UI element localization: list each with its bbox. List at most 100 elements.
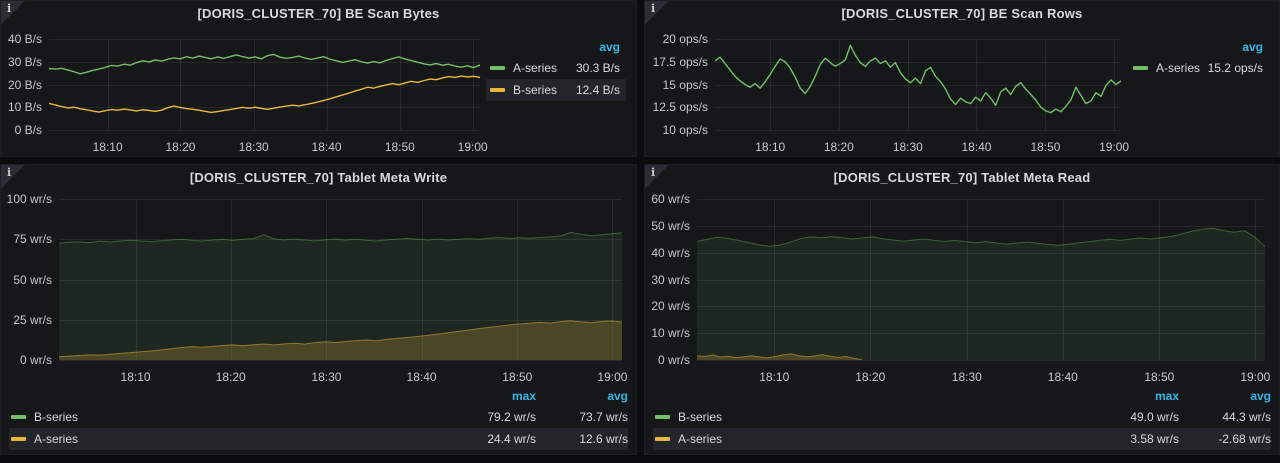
series-avg-value: 15.2 ops/s (1208, 61, 1263, 75)
chart-canvas[interactable] (59, 199, 622, 360)
legend-header-avg[interactable]: avg (486, 37, 626, 57)
y-tick-label: 100 wr/s (7, 192, 52, 206)
panel-info-corner[interactable]: i (645, 165, 669, 189)
panel-info-corner[interactable]: i (1, 1, 25, 25)
series-name: A-series (513, 61, 576, 75)
y-tick-label: 0 B/s (15, 123, 42, 137)
y-tick-label: 20 ops/s (663, 32, 708, 46)
series-name-cell: A-series (653, 432, 1087, 446)
x-axis: 18:1018:2018:3018:4018:5019:00 (697, 364, 1265, 384)
y-tick-label: 0 wr/s (658, 353, 690, 367)
y-tick-label: 17.5 ops/s (653, 55, 708, 69)
legend-header-row: maxavg (653, 386, 1271, 406)
x-tick-label: 19:00 (1099, 140, 1129, 154)
chart-plot[interactable]: 10 ops/s12.5 ops/s15 ops/s17.5 ops/s20 o… (645, 27, 1129, 156)
series-avg-value: 73.7 wr/s (536, 410, 628, 424)
y-tick-label: 10 wr/s (651, 326, 690, 340)
y-tick-label: 0 wr/s (20, 353, 52, 367)
chart-plot[interactable]: 0 wr/s25 wr/s50 wr/s75 wr/s100 wr/s 18:1… (1, 191, 636, 386)
gridline (697, 360, 1265, 361)
plot-area[interactable] (715, 39, 1121, 130)
series-swatch-icon (655, 437, 670, 441)
legend-row[interactable]: B-series12.4 B/s (486, 79, 626, 101)
chart-canvas[interactable] (697, 199, 1265, 360)
info-icon: i (7, 166, 11, 179)
gridline (49, 130, 480, 131)
series-name: A-series (678, 432, 1087, 446)
legend-header-max[interactable]: max (444, 389, 536, 403)
series-avg-value: -2.68 wr/s (1179, 432, 1271, 446)
series-name: B-series (678, 410, 1087, 424)
legend-header-avg[interactable]: avg (536, 389, 628, 403)
series-avg-value: 12.4 B/s (576, 83, 620, 97)
x-tick-label: 18:20 (824, 140, 854, 154)
legend: avgA-series30.3 B/sB-series12.4 B/s (486, 27, 636, 156)
panel-info-corner[interactable]: i (645, 1, 669, 25)
y-tick-label: 10 ops/s (663, 123, 708, 137)
info-icon: i (651, 2, 655, 15)
series-avg-value: 12.6 wr/s (536, 432, 628, 446)
y-tick-label: 30 wr/s (651, 273, 690, 287)
panel-title[interactable]: [DORIS_CLUSTER_70] Tablet Meta Write (1, 165, 636, 191)
y-tick-label: 40 wr/s (651, 246, 690, 260)
panel-title[interactable]: [DORIS_CLUSTER_70] BE Scan Rows (645, 1, 1279, 27)
y-tick-label: 20 wr/s (651, 299, 690, 313)
legend-header-avg[interactable]: avg (1129, 37, 1269, 57)
x-tick-label: 18:50 (1030, 140, 1060, 154)
chart-canvas[interactable] (715, 39, 1121, 130)
x-tick-label: 19:00 (1240, 370, 1270, 384)
legend-row[interactable]: A-series15.2 ops/s (1129, 57, 1269, 79)
series-avg-value: 44.3 wr/s (1179, 410, 1271, 424)
x-tick-label: 18:50 (1144, 370, 1174, 384)
panel-info-corner[interactable]: i (1, 165, 25, 189)
y-tick-label: 60 wr/s (651, 192, 690, 206)
x-tick-label: 19:00 (458, 140, 488, 154)
legend: maxavgB-series79.2 wr/s73.7 wr/sA-series… (1, 386, 636, 454)
panel-tablet-meta-write: i [DORIS_CLUSTER_70] Tablet Meta Write 0… (0, 164, 637, 455)
legend-row[interactable]: B-series49.0 wr/s44.3 wr/s (653, 406, 1271, 428)
plot-area[interactable] (59, 199, 622, 360)
x-tick-label: 18:30 (952, 370, 982, 384)
x-tick-label: 18:30 (239, 140, 269, 154)
gridline (59, 360, 622, 361)
series-swatch-icon (655, 415, 670, 419)
x-tick-label: 18:30 (311, 370, 341, 384)
legend: maxavgB-series49.0 wr/s44.3 wr/sA-series… (645, 386, 1279, 454)
x-tick-label: 18:30 (893, 140, 923, 154)
legend-row[interactable]: A-series24.4 wr/s12.6 wr/s (9, 428, 628, 450)
legend-row[interactable]: A-series3.58 wr/s-2.68 wr/s (653, 428, 1271, 450)
y-axis: 0 B/s10 B/s20 B/s30 B/s40 B/s (1, 39, 42, 130)
legend-header-max[interactable]: max (1087, 389, 1179, 403)
legend-row[interactable]: A-series30.3 B/s (486, 57, 626, 79)
series-name: B-series (34, 410, 444, 424)
chart-canvas[interactable] (49, 39, 480, 130)
legend: avgA-series15.2 ops/s (1129, 27, 1279, 156)
series-swatch-icon (11, 437, 26, 441)
series-name: A-series (1156, 61, 1208, 75)
series-max-value: 49.0 wr/s (1087, 410, 1179, 424)
legend-header-avg[interactable]: avg (1179, 389, 1271, 403)
chart-plot[interactable]: 0 wr/s 10 wr/s 20 wr/s 30 wr/s 40 wr/s 50 wr/… (645, 191, 1279, 386)
series-swatch-icon (1133, 66, 1148, 70)
x-tick-label: 18:20 (216, 370, 246, 384)
x-tick-label: 18:10 (759, 370, 789, 384)
series-name-cell: B-series (9, 410, 444, 424)
x-axis: 18:1018:2018:3018:4018:5019:00 (59, 364, 622, 384)
info-icon: i (7, 2, 11, 15)
chart-plot[interactable]: 0 B/s10 B/s20 B/s30 B/s40 B/s 18:1018:20… (1, 27, 486, 156)
series-swatch-icon (11, 415, 26, 419)
plot-area[interactable] (697, 199, 1265, 360)
y-tick-label: 50 wr/s (13, 273, 52, 287)
y-axis: 0 wr/s10 wr/s20 wr/s30 wr/s40 wr/s50 wr/… (645, 199, 690, 360)
series-max-value: 79.2 wr/s (444, 410, 536, 424)
x-tick-label: 18:20 (855, 370, 885, 384)
panel-title[interactable]: [DORIS_CLUSTER_70] Tablet Meta Read (645, 165, 1279, 191)
y-tick-label: 10 B/s (8, 100, 42, 114)
legend-row[interactable]: B-series79.2 wr/s73.7 wr/s (9, 406, 628, 428)
series-max-value: 24.4 wr/s (444, 432, 536, 446)
plot-area[interactable] (49, 39, 480, 130)
y-tick-label: 15 ops/s (663, 78, 708, 92)
y-tick-label: 50 wr/s (651, 219, 690, 233)
panel-title[interactable]: [DORIS_CLUSTER_70] BE Scan Bytes (1, 1, 636, 27)
panel-tablet-meta-read: i [DORIS_CLUSTER_70] Tablet Meta Read 0 … (644, 164, 1280, 455)
